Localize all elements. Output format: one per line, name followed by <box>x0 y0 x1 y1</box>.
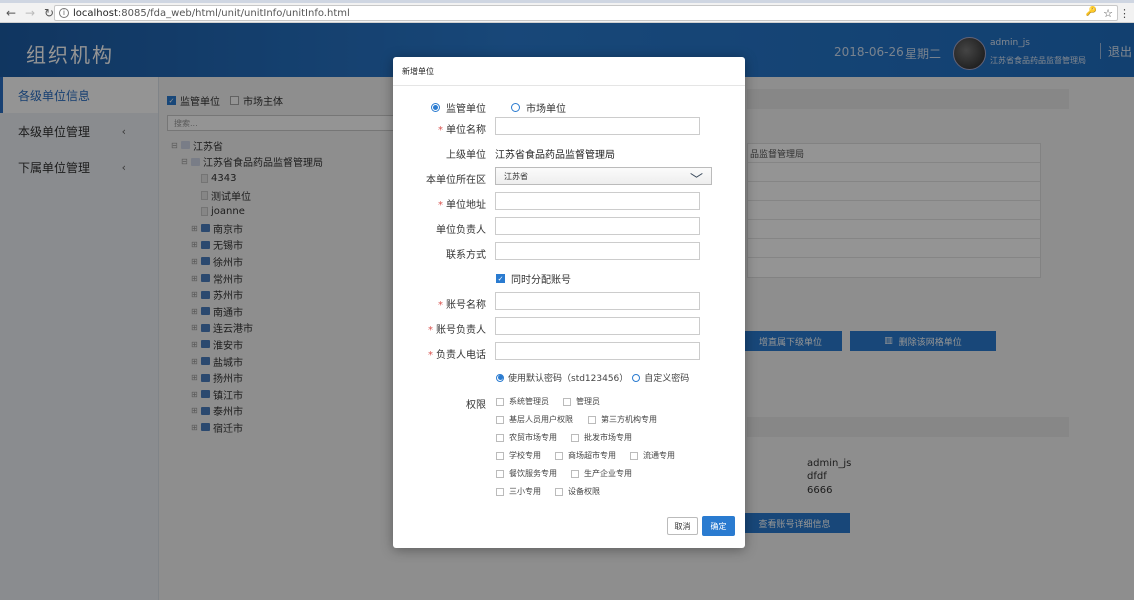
permission-option[interactable]: 餐饮服务专用 <box>496 468 557 479</box>
unit-name-label: * 单位名称 <box>438 125 486 136</box>
permission-option[interactable]: 基层人员用户权限 <box>496 414 573 425</box>
region-label: 本单位所在区 <box>426 175 486 186</box>
add-unit-dialog: 新增单位 监管单位 市场单位 * 单位名称 上级单位 江苏省食品药品监督管理局 本… <box>393 57 745 548</box>
contact-label: 联系方式 <box>446 250 486 261</box>
permission-option[interactable]: 生产企业专用 <box>571 468 632 479</box>
assign-account-option: ✓ 同时分配账号 <box>496 271 571 286</box>
dialog-title: 新增单位 <box>402 67 434 76</box>
required-marker: * <box>438 125 443 136</box>
address-input[interactable] <box>495 192 700 210</box>
permission-checkbox[interactable] <box>496 451 504 460</box>
default-password-radio[interactable] <box>496 373 504 382</box>
permission-option[interactable]: 批发市场专用 <box>571 432 632 443</box>
permission-checkbox[interactable] <box>571 433 579 442</box>
permission-checkbox[interactable] <box>563 397 571 406</box>
permission-option[interactable]: 管理员 <box>563 396 600 407</box>
key-icon[interactable]: 🔑 <box>1086 7 1097 20</box>
chevron-down-icon: ﹀ <box>689 173 703 188</box>
permission-checkbox[interactable] <box>555 451 563 460</box>
unit-type-radio-group: 监管单位 市场单位 <box>431 100 566 115</box>
contact-input[interactable] <box>495 242 700 260</box>
permission-option[interactable]: 学校专用 <box>496 450 541 461</box>
permission-checkbox[interactable] <box>496 433 504 442</box>
address-bar[interactable]: i localhost:8085/fda_web/html/unit/unitI… <box>54 5 1118 21</box>
leader-input[interactable] <box>495 217 700 235</box>
permission-checkbox[interactable] <box>496 469 504 478</box>
permission-checkbox[interactable] <box>555 487 563 496</box>
region-select-value: 江苏省 <box>504 171 528 181</box>
supervise-unit-radio[interactable] <box>431 103 440 112</box>
url-host: localhost <box>73 7 118 19</box>
divider <box>393 85 745 86</box>
market-unit-label: 市场单位 <box>526 104 566 115</box>
permissions-label: 权限 <box>466 400 486 411</box>
account-owner-label: * 账号负责人 <box>428 325 486 336</box>
leader-label: 单位负责人 <box>436 225 486 236</box>
permission-checkbox[interactable] <box>588 415 596 424</box>
assign-account-label: 同时分配账号 <box>511 275 571 286</box>
supervise-unit-label: 监管单位 <box>446 104 486 115</box>
browser-toolbar: ← → ↻ i localhost:8085/fda_web/html/unit… <box>0 3 1134 23</box>
confirm-button[interactable]: 确定 <box>702 516 735 536</box>
permission-checkbox[interactable] <box>496 487 504 496</box>
password-radio-group: 使用默认密码（std123456） 自定义密码 <box>496 371 689 384</box>
parent-unit-label: 上级单位 <box>446 150 486 161</box>
back-icon[interactable]: ← <box>3 5 19 21</box>
permission-option[interactable]: 设备权限 <box>555 486 600 497</box>
owner-phone-label: * 负责人电话 <box>428 350 486 361</box>
address-label: * 单位地址 <box>438 200 486 211</box>
custom-password-radio[interactable] <box>632 373 641 382</box>
permission-option[interactable]: 三小专用 <box>496 486 541 497</box>
required-marker: * <box>428 325 433 336</box>
permission-option[interactable]: 系统管理员 <box>496 396 549 407</box>
permission-checkbox[interactable] <box>630 451 638 460</box>
permission-checkbox[interactable] <box>571 469 579 478</box>
market-unit-radio[interactable] <box>511 103 520 112</box>
permission-option[interactable]: 商场超市专用 <box>555 450 616 461</box>
info-icon[interactable]: i <box>59 8 69 18</box>
account-name-input[interactable] <box>495 292 700 310</box>
custom-password-label: 自定义密码 <box>644 374 690 384</box>
star-icon[interactable]: ☆ <box>1103 7 1113 20</box>
account-owner-input[interactable] <box>495 317 700 335</box>
url-path: :8085/fda_web/html/unit/unitInfo/unitInf… <box>117 7 350 19</box>
permission-checkbox[interactable] <box>496 397 504 406</box>
required-marker: * <box>438 300 443 311</box>
permission-checkbox[interactable] <box>496 415 504 424</box>
permission-option[interactable]: 流通专用 <box>630 450 675 461</box>
required-marker: * <box>438 200 443 211</box>
region-select[interactable]: 江苏省 ﹀ <box>495 167 712 188</box>
permission-option[interactable]: 第三方机构专用 <box>588 414 657 425</box>
menu-icon[interactable]: ⋮ <box>1119 7 1130 20</box>
cancel-button[interactable]: 取消 <box>667 517 698 535</box>
forward-icon[interactable]: → <box>22 5 38 21</box>
default-password-label: 使用默认密码（std123456） <box>508 374 629 384</box>
permission-option[interactable]: 农贸市场专用 <box>496 432 557 443</box>
account-name-label: * 账号名称 <box>438 300 486 311</box>
parent-unit-value: 江苏省食品药品监督管理局 <box>495 150 615 161</box>
required-marker: * <box>428 350 433 361</box>
owner-phone-input[interactable] <box>495 342 700 360</box>
assign-account-checkbox[interactable]: ✓ <box>496 274 505 283</box>
unit-name-input[interactable] <box>495 117 700 135</box>
